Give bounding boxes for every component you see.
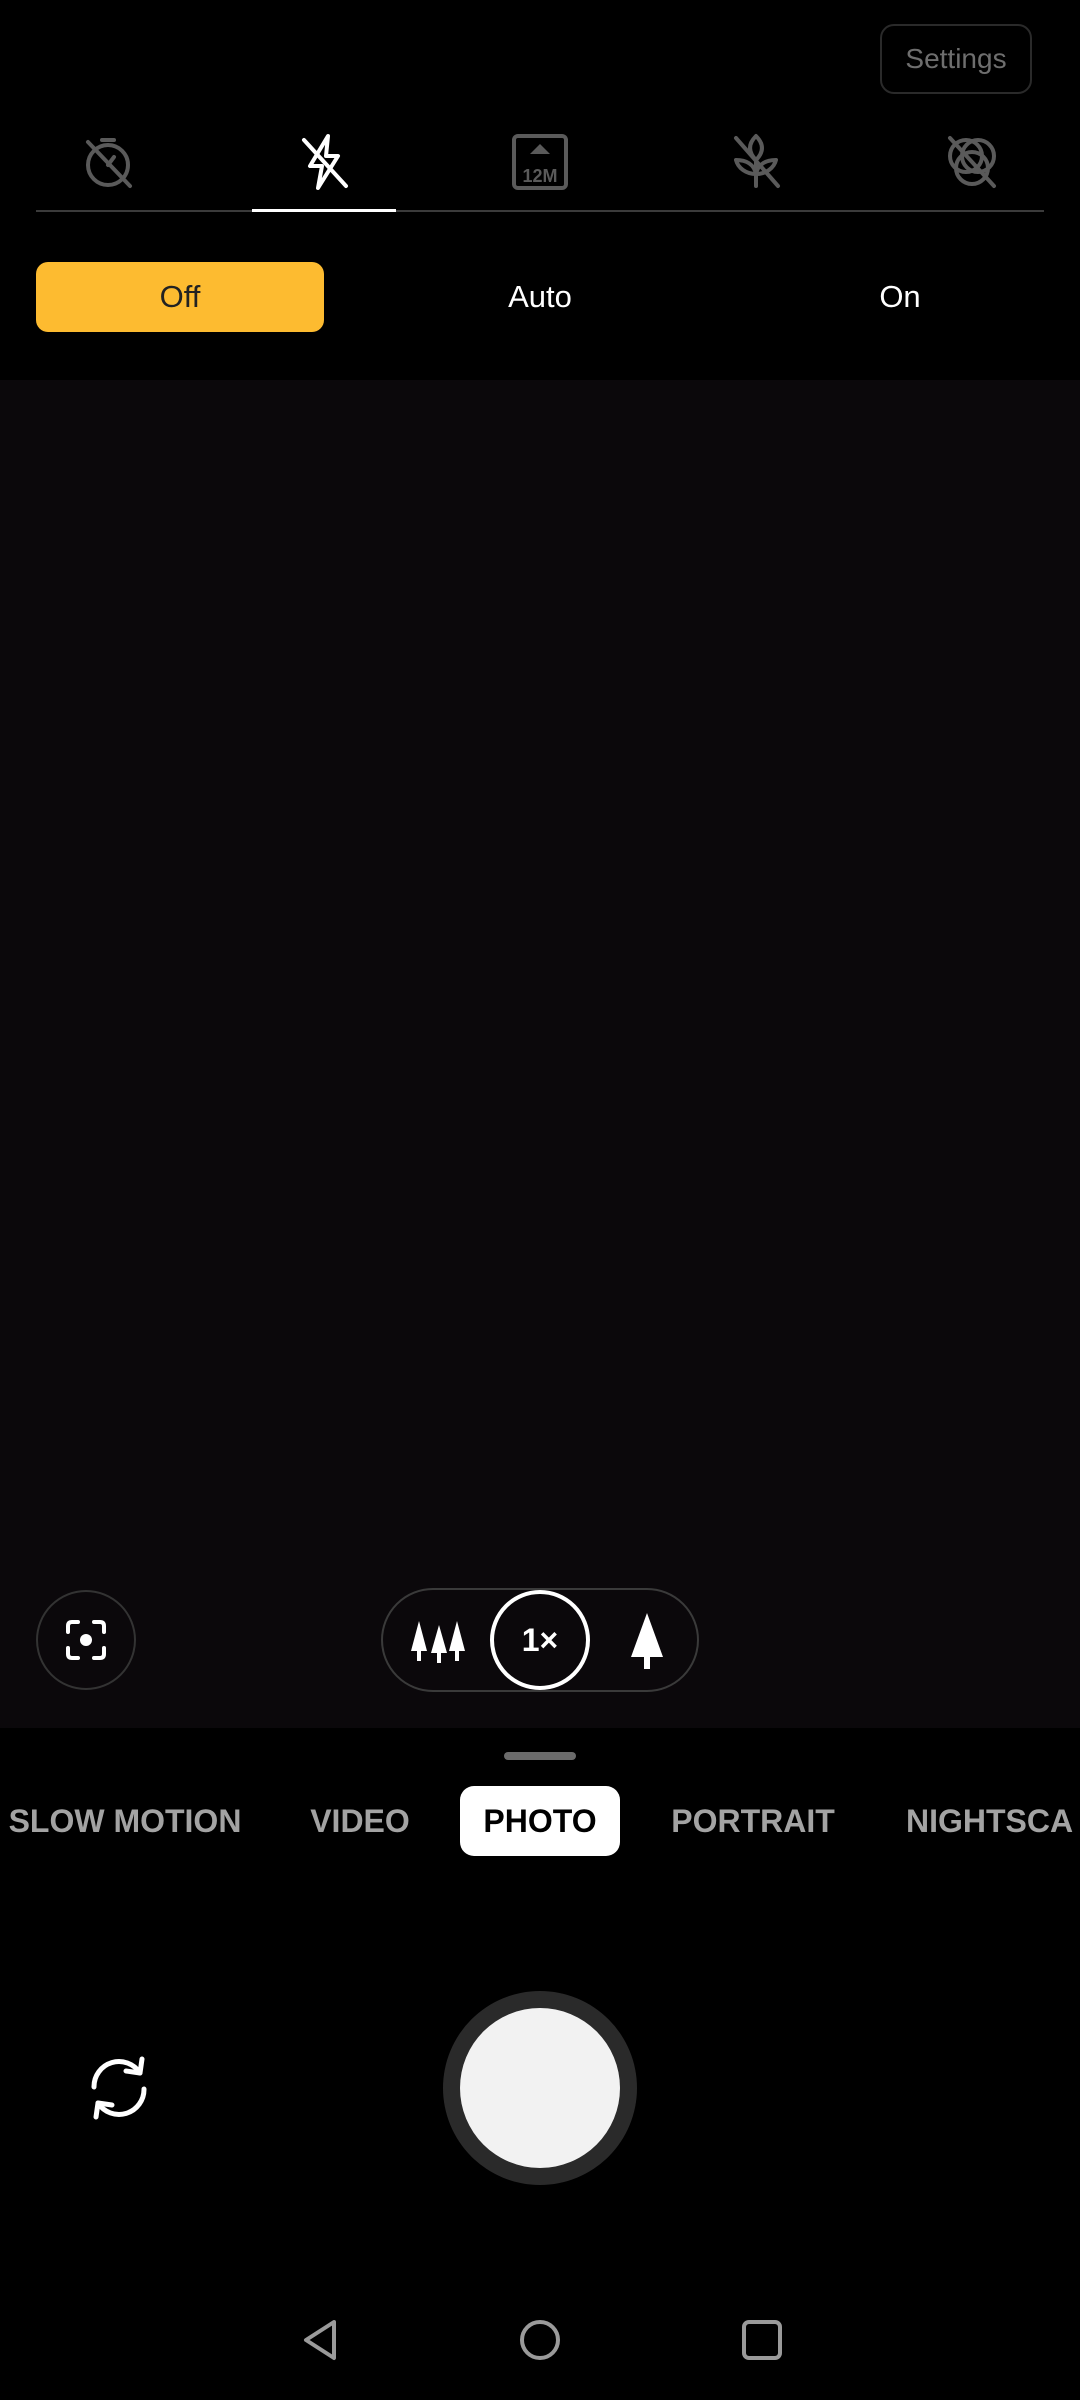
trees-wide-icon [411, 1621, 465, 1663]
home-icon [520, 2320, 560, 2360]
mode-portrait[interactable]: PORTRAIT [660, 1786, 846, 1856]
tree-tele-icon [631, 1613, 663, 1669]
recents-icon [742, 2320, 782, 2360]
lens-button[interactable] [36, 1590, 136, 1690]
mode-nightscape[interactable]: NIGHTSCA [906, 1786, 1080, 1856]
flash-button[interactable] [252, 110, 396, 214]
flash-auto-option[interactable]: Auto [396, 262, 684, 332]
nav-recents-button[interactable] [722, 2300, 802, 2380]
switch-camera-icon [91, 2056, 147, 2120]
mode-photo[interactable]: PHOTO [460, 1786, 620, 1856]
resolution-label: 12M [522, 166, 557, 186]
flash-off-option[interactable]: Off [36, 262, 324, 332]
nav-home-button[interactable] [500, 2300, 580, 2380]
zoom-tele-button[interactable] [604, 1598, 690, 1684]
flash-off-icon [302, 134, 348, 190]
resolution-icon: 12M [512, 134, 568, 190]
settings-button[interactable]: Settings [880, 24, 1032, 94]
zoom-wide-button[interactable] [396, 1598, 482, 1684]
nav-back-button[interactable] [280, 2300, 360, 2380]
active-tab-indicator [252, 209, 396, 212]
quick-settings-divider [36, 210, 1044, 212]
macro-off-icon [734, 134, 780, 188]
mode-video[interactable]: VIDEO [300, 1786, 420, 1856]
shutter-button[interactable] [460, 2008, 620, 2168]
filter-button[interactable] [900, 110, 1044, 214]
filter-off-icon [948, 136, 996, 188]
resolution-button[interactable]: 12M [468, 110, 612, 214]
zoom-1x-button[interactable]: 1× [490, 1590, 590, 1690]
timer-off-button[interactable] [36, 110, 180, 214]
lens-scan-icon [66, 1620, 106, 1660]
switch-camera-button[interactable] [74, 2048, 164, 2128]
quick-settings-row: 12M [36, 110, 1044, 214]
mode-drawer-handle[interactable] [504, 1752, 576, 1760]
timer-off-icon [86, 138, 132, 188]
back-icon [304, 2320, 336, 2360]
flash-on-option[interactable]: On [756, 262, 1044, 332]
macro-button[interactable] [684, 110, 828, 214]
mode-slow-motion[interactable]: SLOW MOTION [0, 1786, 250, 1856]
camera-viewfinder[interactable] [0, 380, 1080, 1728]
